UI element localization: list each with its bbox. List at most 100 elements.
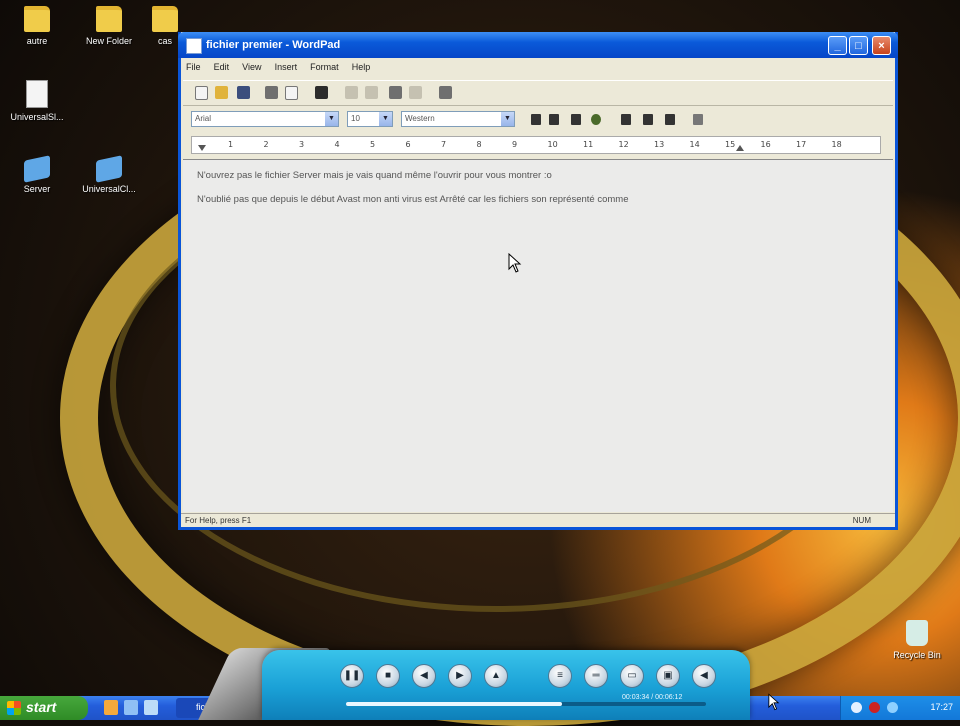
ruler-number: 16: [760, 140, 771, 149]
system-tray: 17:27: [840, 696, 960, 720]
start-button[interactable]: start: [0, 696, 88, 720]
clock[interactable]: 17:27: [930, 702, 953, 712]
underline-icon[interactable]: [571, 114, 581, 125]
bold-icon[interactable]: [531, 114, 541, 125]
network-tray-icon[interactable]: [851, 702, 862, 713]
chevron-down-icon[interactable]: ▼: [325, 112, 338, 126]
wordpad-window: fichier premier - WordPad _ □ × File Edi…: [178, 32, 898, 530]
seek-bar-fill: [346, 702, 562, 706]
equalizer-icon[interactable]: ═: [584, 664, 608, 688]
menu-edit[interactable]: Edit: [209, 60, 235, 74]
desktop-icon-label: cas: [157, 36, 172, 46]
align-left-icon[interactable]: [621, 114, 631, 125]
status-num-lock: NUM: [852, 516, 871, 525]
recycle-bin-icon: [906, 620, 928, 646]
ruler-number: 18: [831, 140, 842, 149]
undo-icon[interactable]: [409, 86, 422, 99]
folder-icon: [24, 6, 50, 32]
menu-help[interactable]: Help: [347, 60, 376, 74]
script-value: Western: [405, 114, 435, 123]
firefox-icon[interactable]: [104, 700, 118, 715]
open-icon[interactable]: [215, 86, 228, 99]
date-time-icon[interactable]: [439, 86, 452, 99]
ruler-ticks: 1 2 3 4 5 6 7 8 9 10 11 12 13 14 15 16 17 18: [192, 137, 880, 153]
playlist-icon[interactable]: ≡: [548, 664, 572, 688]
desktop-icon-label: autre: [26, 36, 48, 46]
desktop-icon-universal-cl[interactable]: UniversalCl...: [76, 155, 142, 194]
print-preview-icon[interactable]: [285, 86, 298, 100]
ruler-number: 17: [796, 140, 807, 149]
save-icon[interactable]: [237, 86, 250, 99]
desktop-icon-universal-sl[interactable]: UniversalSl...: [4, 80, 70, 122]
previous-icon[interactable]: ◀: [412, 664, 436, 688]
network-icon: [96, 155, 122, 183]
ruler-number: 5: [370, 140, 376, 149]
font-select[interactable]: Arial ▼: [191, 111, 339, 127]
desktop-icon-new-folder[interactable]: New Folder: [76, 6, 142, 46]
right-indent-marker[interactable]: [736, 145, 744, 151]
copy-icon[interactable]: [365, 86, 378, 99]
font-size-select[interactable]: 10 ▼: [347, 111, 393, 127]
desktop-icon-label: Server: [23, 184, 51, 194]
chevron-down-icon[interactable]: ▼: [501, 112, 514, 126]
timecode: 00:03:34 / 00:06:12: [622, 694, 683, 701]
ruler-number: 7: [441, 140, 447, 149]
font-value: Arial: [195, 114, 212, 123]
wordpad-icon: [186, 38, 202, 54]
explorer-icon[interactable]: [144, 700, 158, 715]
find-icon[interactable]: [315, 86, 328, 99]
ruler-number: 8: [476, 140, 482, 149]
minimize-button[interactable]: _: [828, 36, 847, 55]
window-title: fichier premier - WordPad: [206, 39, 341, 51]
next-icon[interactable]: ▶: [448, 664, 472, 688]
desktop-icon-autre[interactable]: autre: [4, 6, 70, 46]
ruler-number: 4: [334, 140, 340, 149]
pause-icon[interactable]: ❚❚: [340, 664, 364, 688]
antivirus-tray-icon[interactable]: [869, 702, 880, 713]
fullscreen-icon[interactable]: ▭: [620, 664, 644, 688]
start-label: start: [26, 699, 57, 715]
document-area[interactable]: N'ouvrez pas le fichier Server mais je v…: [183, 159, 893, 512]
desktop-icon-server[interactable]: Server: [4, 155, 70, 194]
desktop-icon-label: UniversalSl...: [10, 112, 64, 122]
bullets-icon[interactable]: [693, 114, 703, 125]
media-player-controls: ❚❚ ■ ◀ ▶ ▲ ≡ ═ ▭ ▣ ◀ 00:03:34 / 00:06:12: [262, 650, 750, 720]
color-icon[interactable]: [591, 114, 601, 125]
status-text: For Help, press F1: [185, 516, 252, 525]
close-button[interactable]: ×: [872, 36, 891, 55]
mute-icon[interactable]: ◀: [692, 664, 716, 688]
menu-view[interactable]: View: [237, 60, 266, 74]
stop-icon[interactable]: ■: [376, 664, 400, 688]
new-icon[interactable]: [195, 86, 208, 100]
network-icon: [24, 155, 50, 183]
print-icon[interactable]: [265, 86, 278, 99]
windows-logo-icon: [7, 701, 21, 715]
cut-icon[interactable]: [345, 86, 358, 99]
show-desktop-icon[interactable]: [124, 700, 138, 715]
title-bar[interactable]: fichier premier - WordPad _ □ ×: [178, 32, 898, 58]
eject-icon[interactable]: ▲: [484, 664, 508, 688]
standard-toolbar: [183, 80, 893, 106]
align-right-icon[interactable]: [665, 114, 675, 125]
ruler-number: 1: [228, 140, 234, 149]
menu-insert[interactable]: Insert: [270, 60, 303, 74]
menu-format[interactable]: Format: [305, 60, 344, 74]
ruler-number: 15: [725, 140, 736, 149]
volume-tray-icon[interactable]: [887, 702, 898, 713]
menu-file[interactable]: File: [181, 60, 206, 74]
ruler[interactable]: 1 2 3 4 5 6 7 8 9 10 11 12 13 14 15 16 17 18: [191, 136, 881, 154]
seek-bar[interactable]: [346, 702, 706, 706]
ruler-number: 6: [405, 140, 411, 149]
left-indent-marker[interactable]: [198, 145, 206, 151]
maximize-button[interactable]: □: [849, 36, 868, 55]
script-select[interactable]: Western ▼: [401, 111, 515, 127]
align-center-icon[interactable]: [643, 114, 653, 125]
desktop-icon-cas[interactable]: cas: [150, 6, 180, 46]
document-icon: [26, 80, 48, 108]
document-paragraph: N'oublié pas que depuis le début Avast m…: [197, 194, 629, 205]
italic-icon[interactable]: [549, 114, 559, 125]
screen-icon[interactable]: ▣: [656, 664, 680, 688]
paste-icon[interactable]: [389, 86, 402, 99]
desktop-icon-recycle-bin[interactable]: Recycle Bin: [884, 620, 950, 660]
chevron-down-icon[interactable]: ▼: [379, 112, 392, 126]
